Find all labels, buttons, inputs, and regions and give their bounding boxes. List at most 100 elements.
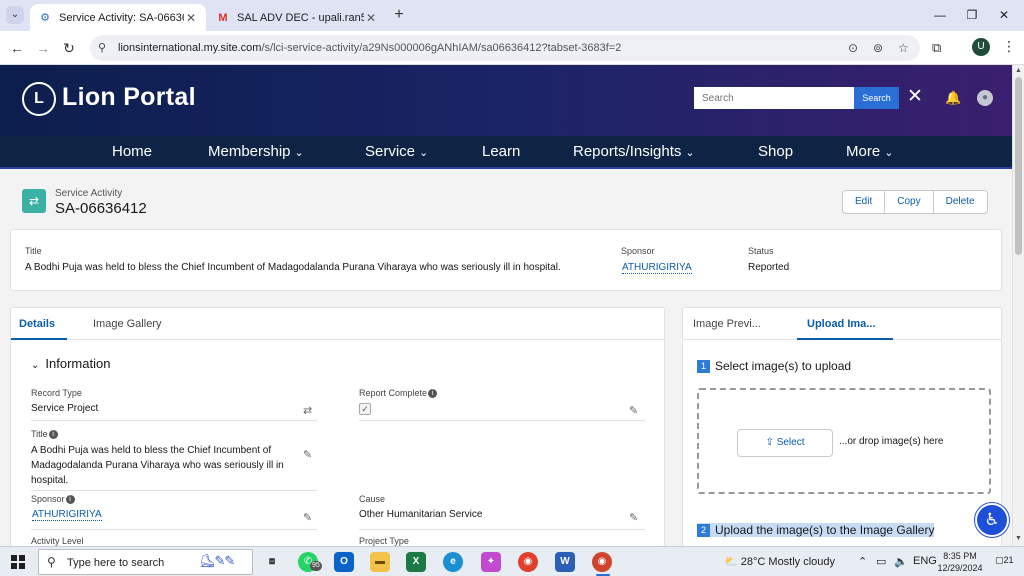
copilot-icon[interactable]: ✦ [481,552,501,572]
delete-button[interactable]: Delete [934,191,987,213]
chevron-down-icon: ⌄ [294,147,304,159]
reload-icon[interactable]: ↻ [60,39,78,57]
copy-button[interactable]: Copy [885,191,934,213]
active-tab-indicator [11,338,67,340]
taskbar-search[interactable]: ⚲ Type here to search ⛸✎✎ [38,549,253,575]
edit-pencil-icon[interactable]: ✎ [629,511,638,524]
profile-avatar[interactable]: U [972,38,990,56]
language-indicator[interactable]: ENG [913,555,937,567]
window-close-icon[interactable]: ✕ [984,6,1024,24]
windows-start-icon[interactable] [11,555,25,569]
task-view-icon[interactable]: ⧈ [262,552,282,572]
nav-item-service[interactable]: Service ⌄ [365,143,428,160]
nav-item-home[interactable]: Home [112,143,152,160]
chrome-icon[interactable]: ◉ [518,552,538,572]
tab-upload-images[interactable]: Upload Ima... [807,318,875,330]
salesforce-favicon-icon: ⚙ [40,11,50,24]
highlight-sponsor-link[interactable]: ATHURIGIRIYA [622,262,692,274]
volume-icon[interactable]: 🔈 [894,555,908,568]
chevron-down-icon: ⌄ [884,147,894,159]
close-icon[interactable]: ✕ [907,85,923,108]
info-icon[interactable]: i [428,389,438,398]
edit-pencil-icon[interactable]: ✎ [303,511,312,524]
nav-item-membership[interactable]: Membership ⌄ [208,143,304,160]
site-info-icon[interactable]: ⚲ [98,41,106,54]
weather-widget[interactable]: ⛅ 28°C Mostly cloudy [724,555,835,568]
sponsor-link[interactable]: ATHURIGIRIYA [32,509,102,521]
extensions-icon[interactable]: ⧉ [932,40,941,56]
file-explorer-icon[interactable]: ▬ [370,552,390,572]
scroll-up-arrow-icon[interactable]: ▲ [1015,67,1022,74]
chevron-down-icon: ⌄ [419,147,429,159]
network-icon[interactable]: ▭ [876,555,886,568]
scroll-down-arrow-icon[interactable]: ▼ [1015,535,1022,542]
user-avatar-icon[interactable]: ● [977,90,993,106]
lions-logo-icon[interactable]: L [22,82,56,116]
nav-item-learn[interactable]: Learn [482,143,520,160]
tab-image-gallery[interactable]: Image Gallery [93,318,161,330]
close-tab-icon[interactable]: ✕ [184,11,198,25]
location-icon[interactable]: ⊙ [848,41,858,55]
browser-menu-icon[interactable]: ⋮ [1002,38,1016,55]
browser-tab-service-activity[interactable]: ⚙ Service Activity: SA-06636412 ✕ [30,4,206,31]
word-icon[interactable]: W [555,552,575,572]
search-input[interactable] [694,87,854,109]
bell-icon[interactable]: 🔔 [945,90,961,106]
step-number: 2 [697,524,710,537]
highlight-status-label: Status [748,246,774,256]
new-tab-icon[interactable]: + [390,6,408,24]
clock[interactable]: 8:35 PM 12/29/2024 [936,550,984,574]
chrome-profile-icon[interactable]: ◉ [592,552,612,572]
forward-icon[interactable]: → [34,39,52,57]
tray-chevron-up-icon[interactable]: ⌃ [858,555,867,568]
edit-button[interactable]: Edit [843,191,886,213]
bookmark-star-icon[interactable]: ☆ [898,41,909,55]
accessibility-icon[interactable]: ♿ [975,503,1009,537]
activity-level-label: Activity Level [31,536,84,546]
page-scrollbar[interactable]: ▲ ▼ [1012,65,1024,546]
browser-tab-gmail[interactable]: M SAL ADV DEC - upali.ran55@gm ✕ [208,4,386,31]
report-complete-checkbox: ✓ [359,403,371,415]
tab-details[interactable]: Details [19,318,55,330]
windows-taskbar: ⚲ Type here to search ⛸✎✎ ⧈ ✆ 95 O ▬ X e… [0,546,1024,576]
url-bar[interactable]: ⚲ lionsinternational.my.site.com/s/lci-s… [90,35,920,61]
highlight-status-value: Reported [748,262,790,273]
scroll-thumb[interactable] [1015,77,1022,255]
browser-address-bar: ← → ↻ ⚲ lionsinternational.my.site.com/s… [0,31,1024,65]
nav-item-more[interactable]: More ⌄ [846,143,893,160]
field-divider [31,420,317,421]
excel-icon[interactable]: X [406,552,426,572]
edge-icon[interactable]: e [443,552,463,572]
search-button[interactable]: Search [854,87,899,109]
notifications-icon[interactable]: ▢21 [995,555,1014,566]
close-tab-icon[interactable]: ✕ [364,11,378,25]
back-icon[interactable]: ← [8,39,26,57]
title-label: Title i [31,429,58,439]
record-type-value: Service Project [31,403,99,414]
portal-logo-text[interactable]: Lion Portal [62,83,196,112]
image-dropzone[interactable]: ⇪ Select ...or drop image(s) here [697,388,991,494]
record-type-label: Record Type [31,388,82,398]
info-icon[interactable]: i [48,430,58,439]
tab-search-chevron-icon[interactable]: ⌄ [6,6,24,24]
information-section-toggle[interactable]: ⌄ Information [31,356,110,371]
nav-item-shop[interactable]: Shop [758,143,793,160]
location-pin-icon[interactable]: ⊚ [873,41,883,55]
page-content: ⇄ Service Activity SA-06636412 Edit Copy… [0,171,1012,547]
chevron-down-icon: ⌄ [31,360,40,371]
edit-pencil-icon[interactable]: ✎ [303,448,312,461]
tab-image-preview[interactable]: Image Previ... [693,318,761,330]
project-type-label: Project Type [359,536,409,546]
record-name: SA-06636412 [55,200,147,217]
step-upload-to-gallery: 2 Upload the image(s) to the Image Galler… [697,523,935,537]
whatsapp-badge: 95 [310,561,322,571]
nav-item-reports-insights[interactable]: Reports/Insights ⌄ [573,143,695,160]
info-icon[interactable]: i [65,495,75,504]
outlook-icon[interactable]: O [334,552,354,572]
select-images-button[interactable]: ⇪ Select [737,429,833,457]
field-divider [359,420,645,421]
step-select-images: 1 Select image(s) to upload [697,359,851,373]
details-card: Details Image Gallery ⌄ Information Recor… [10,307,665,547]
edit-pencil-icon[interactable]: ✎ [629,404,638,417]
change-record-type-icon[interactable]: ⇄ [303,404,312,417]
